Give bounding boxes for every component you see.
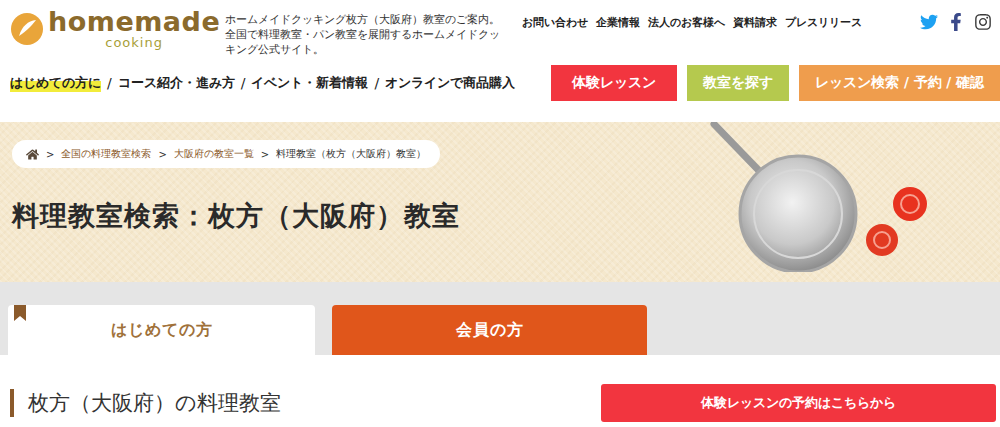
frying-pan-icon: [710, 122, 970, 272]
page-hero: > 全国の料理教室検索 > 大阪府の教室一覧 > 料理教室（枚方（大阪府）教室） 料理教室検…: [0, 122, 1000, 282]
top-link[interactable]: 法人のお客様へ: [648, 16, 725, 30]
nav-separator: /: [374, 75, 379, 91]
instagram-icon[interactable]: [974, 13, 992, 31]
top-link[interactable]: 企業情報: [596, 16, 640, 30]
action-button[interactable]: 体験レッスン: [551, 65, 677, 101]
top-link[interactable]: お問い合わせ: [522, 16, 588, 30]
reserve-button[interactable]: 体験レッスンの予約はこちらから: [601, 384, 996, 422]
nav-item[interactable]: オンラインで商品購入: [385, 75, 515, 92]
home-icon[interactable]: [26, 148, 39, 161]
tab[interactable]: 会員の方: [332, 305, 647, 355]
breadcrumb-item[interactable]: 大阪府の教室一覧: [174, 147, 254, 161]
twitter-icon[interactable]: [920, 13, 938, 31]
nav-item[interactable]: コース紹介・進み方: [118, 75, 235, 92]
main-nav: はじめての方に / コース紹介・進み方 / イベント・新着情報 / オンラインで商品購入: [10, 75, 551, 92]
breadcrumb-separator: >: [261, 149, 269, 160]
breadcrumb-item: 料理教室（枚方（大阪府）教室）: [276, 147, 426, 161]
breadcrumb: > 全国の料理教室検索 > 大阪府の教室一覧 > 料理教室（枚方（大阪府）教室）: [12, 140, 440, 168]
action-button[interactable]: レッスン検索 / 予約 / 確認: [799, 65, 1000, 101]
nav-item[interactable]: イベント・新着情報: [251, 75, 368, 92]
top-links: お問い合わせ企業情報法人のお客様へ資料請求プレスリリース: [522, 8, 862, 30]
facebook-icon[interactable]: [947, 13, 965, 31]
action-button[interactable]: 教室を探す: [687, 65, 789, 101]
header-top-row: homemadecookingホームメイドクッキング枚方（大阪府）教室のご案内。…: [0, 0, 1000, 64]
breadcrumb-separator: >: [158, 149, 166, 160]
action-buttons: 体験レッスン教室を探すレッスン検索 / 予約 / 確認: [551, 65, 1000, 101]
top-link[interactable]: 資料請求: [733, 16, 777, 30]
nav-item[interactable]: はじめての方に: [10, 75, 101, 92]
nav-separator: /: [107, 75, 112, 91]
social-links: [920, 8, 992, 31]
nav-separator: /: [241, 75, 246, 91]
site-description: ホームメイドクッキング枚方（大阪府）教室のご案内。全国で料理教室・パン教室を展開…: [225, 12, 510, 57]
logo[interactable]: homemadecooking: [10, 8, 225, 49]
page-title: 料理教室検索：枚方（大阪府）教室: [12, 198, 460, 234]
logo-sub: cooking: [105, 36, 163, 49]
logo-whisk-icon: [10, 12, 44, 46]
site-header: homemadecookingホームメイドクッキング枚方（大阪府）教室のご案内。…: [0, 0, 1000, 122]
tab[interactable]: はじめての方: [8, 305, 315, 355]
top-link[interactable]: プレスリリース: [785, 16, 862, 30]
section-heading: 枚方（大阪府）の料理教室: [10, 389, 281, 417]
breadcrumb-item[interactable]: 全国の料理教室検索: [61, 147, 151, 161]
breadcrumb-separator: >: [46, 149, 54, 160]
classroom-section: 枚方（大阪府）の料理教室 体験レッスンの予約はこちらから: [0, 355, 1000, 422]
bookmark-icon: [14, 305, 26, 321]
nav-row: はじめての方に / コース紹介・進み方 / イベント・新着情報 / オンラインで商品購入 体験…: [0, 64, 1000, 102]
tab-strip: はじめての方会員の方: [0, 282, 1000, 355]
logo-main: homemade: [48, 8, 220, 35]
